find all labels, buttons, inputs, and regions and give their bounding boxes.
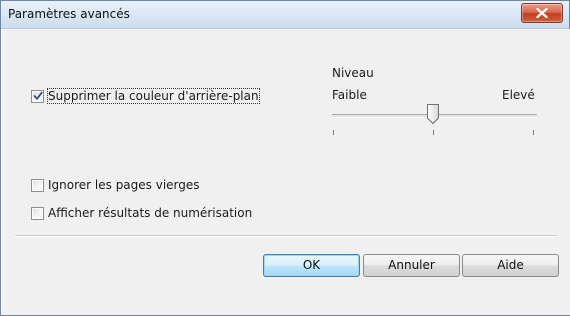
help-button[interactable]: Aide	[462, 254, 559, 277]
remove-background-option[interactable]: Supprimer la couleur d'arrière-plan	[31, 88, 260, 104]
slider-tick-high	[533, 130, 534, 135]
checkmark-icon	[33, 91, 43, 100]
window-title: Paramètres avancés	[8, 7, 130, 21]
close-button[interactable]	[521, 3, 563, 23]
slider-tick-mid	[433, 130, 434, 135]
ok-button[interactable]: OK	[263, 254, 360, 277]
remove-background-checkbox[interactable]	[31, 89, 44, 103]
ignore-blank-pages-label[interactable]: Ignorer les pages vierges	[48, 178, 200, 192]
ignore-blank-pages-checkbox[interactable]	[31, 178, 44, 192]
level-slider-thumb[interactable]	[426, 103, 440, 125]
slider-tick-low	[333, 130, 334, 135]
title-bar[interactable]: Paramètres avancés	[1, 1, 569, 29]
cancel-button[interactable]: Annuler	[363, 254, 460, 277]
advanced-settings-dialog: Paramètres avancés Supprimer la couleur …	[0, 0, 570, 316]
show-scan-results-checkbox[interactable]	[31, 206, 44, 220]
remove-background-label[interactable]: Supprimer la couleur d'arrière-plan	[47, 88, 260, 104]
level-title: Niveau	[332, 66, 374, 80]
show-scan-results-option[interactable]: Afficher résultats de numérisation	[31, 205, 252, 221]
ignore-blank-pages-option[interactable]: Ignorer les pages vierges	[31, 177, 200, 193]
close-x-icon	[536, 8, 548, 18]
level-min-label: Faible	[332, 88, 367, 102]
level-max-label: Elevé	[502, 88, 535, 102]
button-divider	[15, 235, 557, 237]
show-scan-results-label[interactable]: Afficher résultats de numérisation	[48, 206, 252, 220]
